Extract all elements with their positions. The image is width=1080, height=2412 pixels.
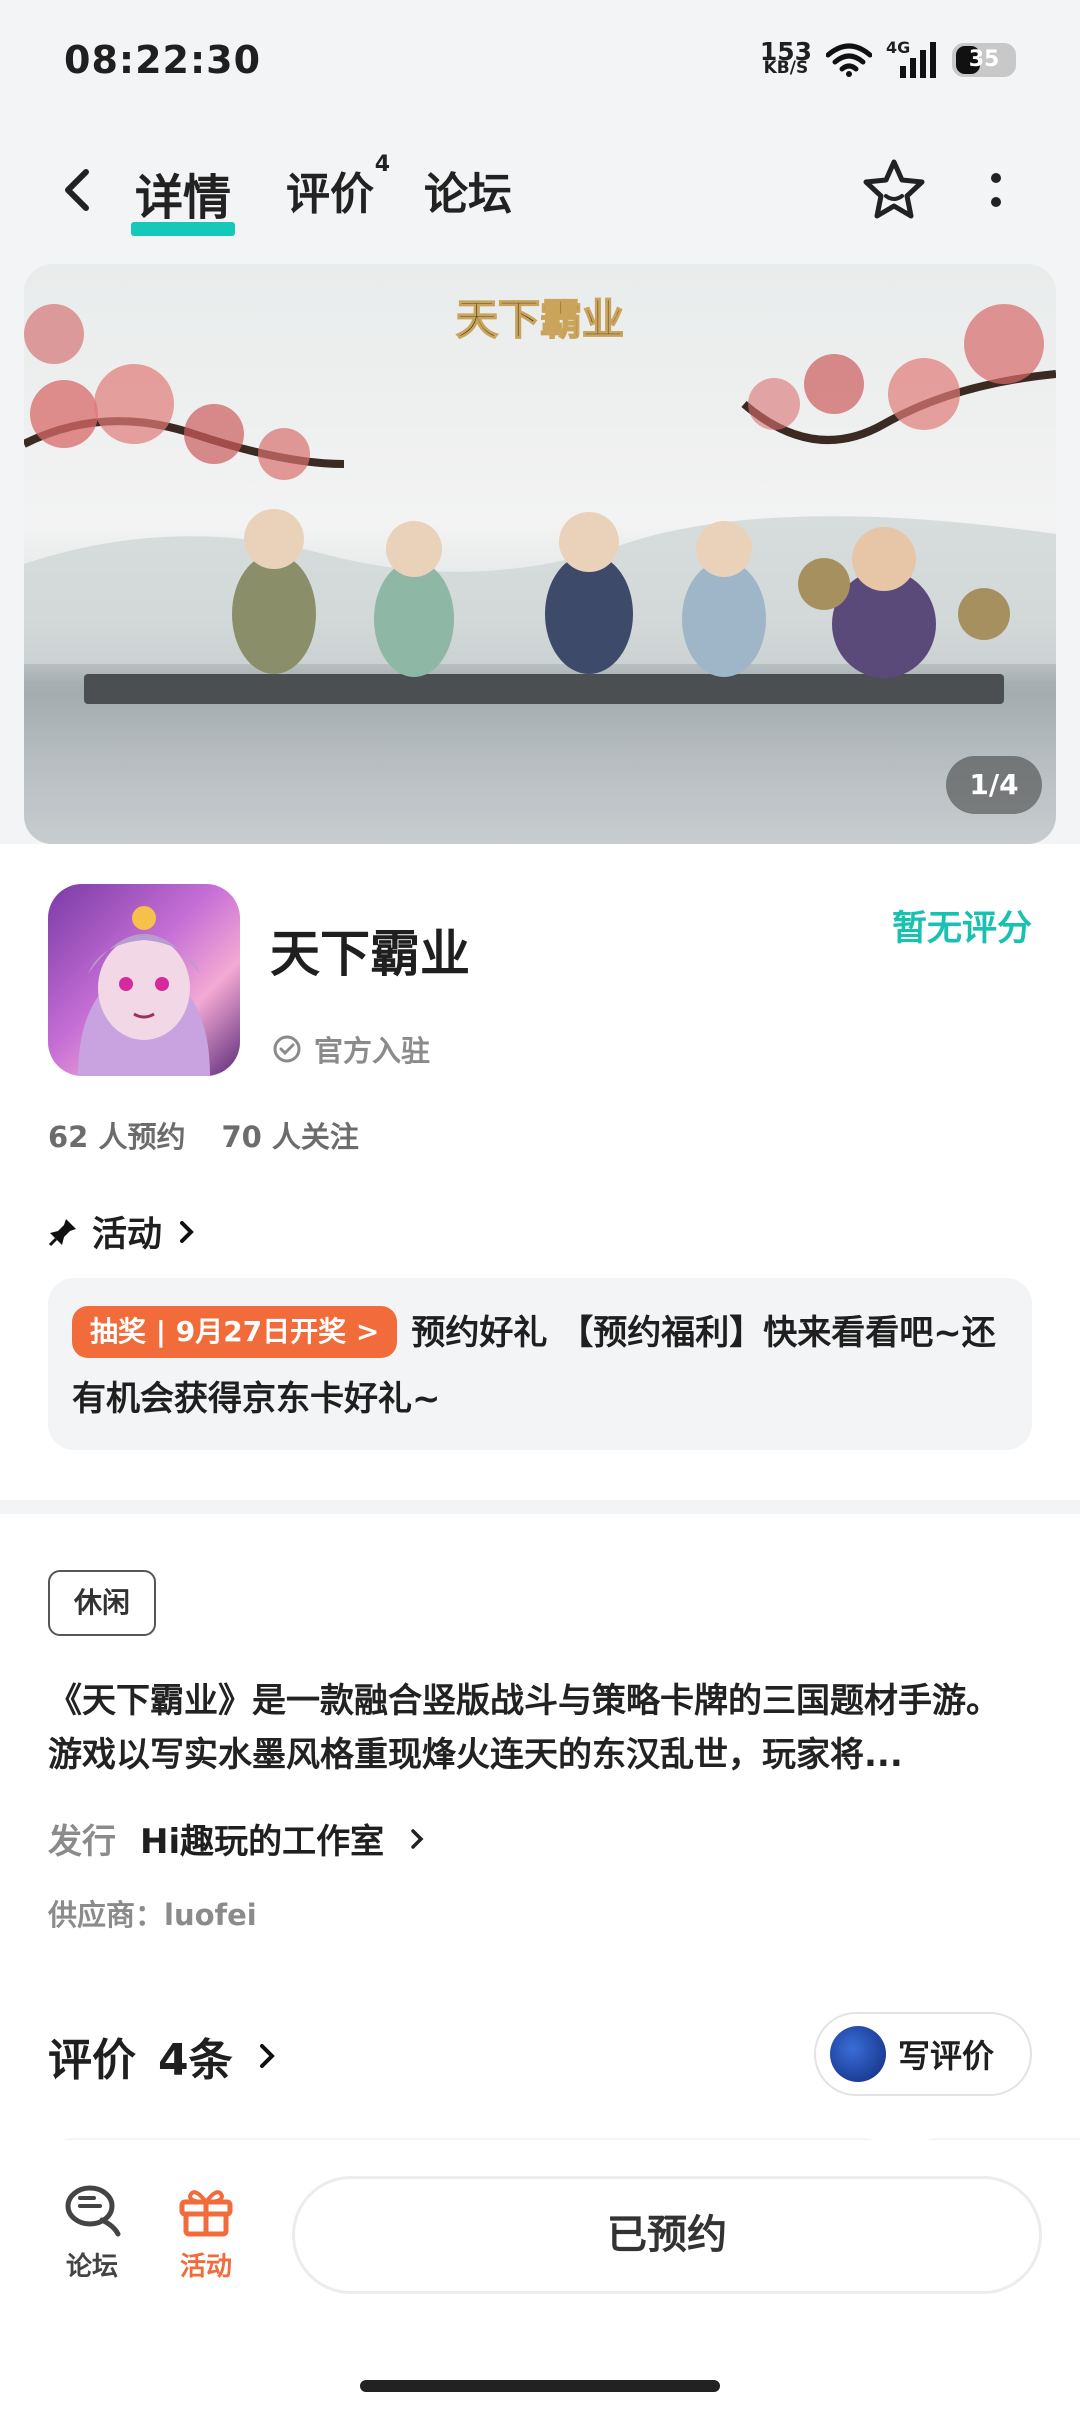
activity-card[interactable]: 抽奖 | 9月27日开奖 > 预约好礼 【预约福利】快来看看吧~还有机会获得京东卡… bbox=[48, 1278, 1032, 1450]
gift-icon bbox=[179, 2190, 233, 2237]
chevron-right-icon bbox=[411, 1828, 424, 1849]
status-time: 08:22:30 bbox=[64, 38, 262, 82]
app-stats: 62 人预约 70 人关注 bbox=[48, 1114, 359, 1156]
top-nav: 详情 评价 4 论坛 bbox=[0, 140, 1080, 240]
banner-pager: 1/4 bbox=[946, 756, 1042, 814]
wifi-icon bbox=[826, 43, 872, 77]
app-name: 天下霸业 bbox=[270, 925, 470, 983]
reservation-count: 62 人预约 bbox=[48, 1120, 186, 1154]
game-description[interactable]: 《天下霸业》是一款融合竖版战斗与策略卡牌的三国题材手游。游戏以写实水墨风格重现烽… bbox=[48, 1674, 1032, 1782]
network-type: 4G bbox=[886, 38, 911, 57]
chat-bubble-icon bbox=[65, 2185, 121, 2237]
tab-forum-label: 论坛 bbox=[424, 169, 512, 220]
pin-icon bbox=[48, 1218, 76, 1246]
reserved-button[interactable]: 已预约 bbox=[292, 2176, 1042, 2294]
lottery-tag: 抽奖 | 9月27日开奖 > bbox=[72, 1305, 398, 1358]
banner-illustration: 天下霸业 bbox=[24, 294, 1056, 844]
official-label: 官方入驻 bbox=[314, 1034, 431, 1068]
tab-forum[interactable]: 论坛 bbox=[424, 158, 512, 222]
section-divider bbox=[0, 1500, 1080, 1514]
battery-icon: 35 bbox=[952, 43, 1016, 77]
home-indicator[interactable] bbox=[360, 2380, 720, 2392]
verified-check-icon bbox=[273, 1035, 301, 1063]
battery-level: 35 bbox=[968, 47, 1000, 72]
net-speed: 153 KB/S bbox=[760, 39, 812, 78]
write-review-button[interactable]: 写评价 bbox=[814, 2012, 1032, 2096]
chevron-right-icon bbox=[180, 1220, 194, 1243]
net-speed-unit: KB/S bbox=[763, 58, 809, 78]
rating-text: 暂无评分 bbox=[891, 909, 1032, 949]
favorite-star-icon[interactable] bbox=[858, 154, 930, 226]
tab-detail-label: 详情 bbox=[135, 170, 232, 226]
publisher-row[interactable]: 发行 Hi趣玩的工作室 bbox=[48, 1814, 428, 1863]
forum-label: 论坛 bbox=[65, 2252, 118, 2282]
tab-review[interactable]: 评价 4 bbox=[286, 152, 390, 222]
activity-title: 活动 bbox=[92, 1215, 163, 1255]
reviews-title: 评价 bbox=[48, 2035, 136, 2086]
activity-label: 活动 bbox=[179, 2252, 232, 2282]
bottom-activity-button[interactable]: 活动 bbox=[166, 2182, 246, 2283]
genre-tag[interactable]: 休闲 bbox=[48, 1570, 156, 1636]
official-badge: 官方入驻 bbox=[272, 1028, 430, 1070]
activity-header[interactable]: 活动 bbox=[48, 1206, 198, 1257]
bottom-action-bar: 论坛 活动 已预约 bbox=[0, 2140, 1080, 2412]
write-review-label: 写评价 bbox=[898, 2037, 995, 2075]
supplier-text: 供应商：luofei bbox=[48, 1898, 257, 1932]
status-bar: 08:22:30 153 KB/S 4G 35 bbox=[0, 0, 1080, 120]
reviews-header[interactable]: 评价 4条 bbox=[48, 2024, 279, 2088]
signal-icon: 4G bbox=[886, 38, 938, 80]
back-arrow-icon[interactable] bbox=[52, 162, 108, 218]
banner-logo-text: 天下霸业 bbox=[456, 295, 624, 344]
follower-count: 70 人关注 bbox=[221, 1120, 359, 1154]
review-count-badge: 4 bbox=[374, 152, 390, 177]
tab-review-label: 评价 bbox=[286, 169, 374, 220]
app-icon bbox=[48, 884, 240, 1076]
avatar bbox=[830, 2026, 886, 2082]
reviews-count: 4条 bbox=[158, 2035, 233, 2086]
chevron-right-icon bbox=[259, 2044, 275, 2068]
publisher-label: 发行 bbox=[48, 1822, 116, 1862]
more-options-icon[interactable] bbox=[980, 158, 1012, 222]
tab-detail[interactable]: 详情 bbox=[131, 158, 235, 236]
game-banner[interactable]: 天下霸业 1/4 bbox=[24, 264, 1056, 844]
publisher-name: Hi趣玩的工作室 bbox=[140, 1822, 385, 1862]
bottom-forum-button[interactable]: 论坛 bbox=[52, 2182, 132, 2283]
status-icons: 153 KB/S 4G 35 bbox=[760, 38, 1016, 80]
